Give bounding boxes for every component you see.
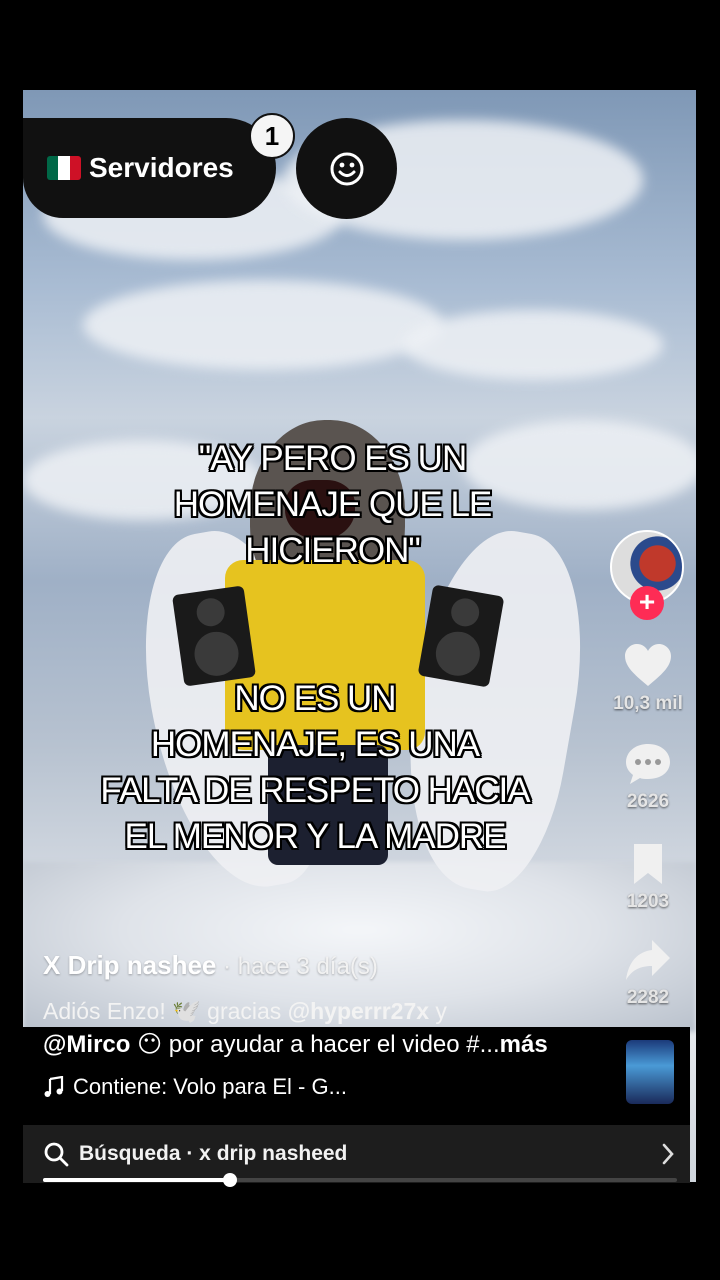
description-line-1: Adiós Enzo! 🕊️ gracias @hyperrr27x y (43, 998, 447, 1024)
more-link[interactable]: más (500, 1031, 548, 1058)
search-suggestion-bar[interactable]: Búsqueda · x drip nasheed (23, 1125, 690, 1183)
share-arrow-icon (626, 940, 670, 980)
mention-hyperrr27x[interactable]: @hyperrr27x (288, 998, 429, 1024)
share-count: 2282 (626, 987, 670, 1008)
comment-count: 2626 (626, 791, 670, 812)
servers-label: Servidores (89, 152, 234, 183)
mexico-flag-icon (47, 156, 81, 180)
mention-mirco[interactable]: @Mirco (43, 1031, 130, 1058)
save-button[interactable]: 1203 (608, 842, 688, 913)
music-title: Contiene: Volo para El - G... (73, 1074, 347, 1099)
video-progress-bar[interactable] (43, 1173, 677, 1187)
follow-button[interactable]: + (630, 586, 664, 620)
smiley-icon (330, 152, 363, 185)
progress-fill (43, 1178, 231, 1182)
comment-button[interactable]: 2626 (608, 742, 688, 813)
like-count: 10,3 mil (613, 693, 683, 714)
progress-knob[interactable] (223, 1173, 238, 1187)
comment-icon (626, 744, 670, 784)
emoji-button[interactable] (296, 118, 397, 219)
search-text: Búsqueda · x drip nasheed (79, 1142, 348, 1165)
caption-bottom: NO ES UN HOMENAJE, ES UNA FALTA DE RESPE… (100, 679, 530, 856)
notification-badge: 1 (249, 113, 295, 159)
search-icon (44, 1142, 69, 1167)
caption-top: "AY PERO ES UN HOMENAJE QUE LE HICIERON" (173, 439, 493, 570)
description-line-2: @Mirco 😶 por ayudar a hacer el video #..… (43, 1031, 548, 1058)
servers-button[interactable]: Servidores (23, 118, 276, 218)
author-line[interactable]: X Drip nashee · hace 3 día(s) (43, 950, 378, 981)
bookmark-icon (634, 844, 662, 884)
chevron-right-icon (662, 1143, 674, 1165)
like-button[interactable]: 10,3 mil (608, 642, 688, 715)
post-time: · hace 3 día(s) (216, 953, 378, 980)
save-count: 1203 (626, 891, 670, 912)
heart-icon (625, 644, 671, 686)
author-name[interactable]: X Drip nashee (43, 950, 216, 980)
creator-avatar[interactable]: + (610, 530, 684, 620)
music-info[interactable]: Contiene: Volo para El - G... (43, 1074, 347, 1100)
share-button[interactable]: 2282 (608, 938, 688, 1009)
music-note-icon (44, 1076, 64, 1097)
music-disc-thumbnail[interactable] (626, 1040, 674, 1104)
